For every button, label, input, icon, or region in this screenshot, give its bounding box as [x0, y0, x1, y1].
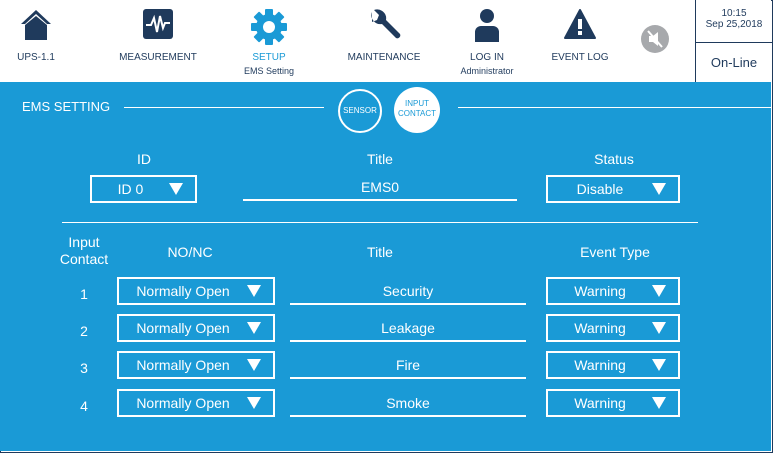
nav-login-label: LOG IN [470, 52, 504, 63]
section-title: EMS SETTING [22, 99, 111, 114]
status-dropdown-value: Disable [576, 181, 624, 197]
nav-event-log[interactable]: EVENT LOG [540, 0, 620, 82]
event-type-dropdown[interactable]: Warning [546, 389, 680, 417]
home-icon [20, 8, 52, 45]
waveform-icon [142, 8, 174, 43]
divider-right [458, 107, 771, 108]
event-type-value: Warning [574, 357, 626, 373]
contact-title-field[interactable]: Leakage [290, 318, 526, 342]
status-indicator: On-Line [695, 43, 772, 82]
clock-time: 10:15 [721, 8, 747, 19]
top-navigation-bar: UPS-1.1 MEASUREMENT SETUP EMS Setting MA… [0, 0, 772, 82]
row-number: 3 [80, 360, 88, 376]
warning-icon [563, 8, 597, 43]
contact-title-field[interactable]: Security [290, 281, 526, 305]
chevron-down-icon [247, 397, 261, 409]
chevron-down-icon [652, 322, 666, 334]
nav-maintenance-label: MAINTENANCE [347, 52, 421, 63]
col-input-contact: Input Contact [59, 234, 109, 267]
chevron-down-icon [247, 285, 261, 297]
row-number: 2 [80, 323, 88, 339]
nav-login[interactable]: LOG IN Administrator [452, 0, 522, 82]
nonc-value: Normally Open [136, 283, 230, 299]
tab-sensor[interactable]: SENSOR [338, 89, 382, 133]
user-icon [474, 8, 500, 47]
nonc-dropdown[interactable]: Normally Open [117, 314, 275, 342]
id-label: ID [137, 151, 151, 167]
nav-ups-label: UPS-1.1 [17, 52, 55, 63]
nav-setup-sublabel: EMS Setting [243, 66, 295, 76]
status-dropdown[interactable]: Disable [546, 175, 680, 203]
gear-icon [250, 8, 288, 49]
status-label: Status [594, 151, 634, 167]
row-number: 4 [80, 398, 88, 414]
col-title: Title [367, 244, 393, 260]
title-field[interactable]: EMS0 [243, 177, 517, 201]
event-type-dropdown[interactable]: Warning [546, 351, 680, 379]
nonc-dropdown[interactable]: Normally Open [117, 389, 275, 417]
clock: 10:15 Sep 25,2018 [695, 0, 772, 43]
id-dropdown[interactable]: ID 0 [90, 175, 197, 203]
event-type-dropdown[interactable]: Warning [546, 314, 680, 342]
chevron-down-icon [652, 397, 666, 409]
nonc-dropdown[interactable]: Normally Open [117, 351, 275, 379]
nav-event-log-label: EVENT LOG [551, 52, 609, 63]
nav-setup-label: SETUP [252, 52, 286, 63]
nonc-value: Normally Open [136, 320, 230, 336]
row-number: 1 [80, 286, 88, 302]
mute-icon[interactable] [640, 24, 670, 59]
contact-title-field[interactable]: Smoke [290, 393, 526, 417]
clock-date: Sep 25,2018 [705, 19, 763, 30]
col-event-type: Event Type [580, 244, 650, 260]
chevron-down-icon [247, 359, 261, 371]
nav-measurement[interactable]: MEASUREMENT [110, 0, 206, 82]
id-dropdown-value: ID 0 [117, 181, 144, 197]
ems-setting-panel: EMS SETTING SENSOR INPUT CONTACT ID Titl… [0, 82, 771, 451]
nonc-value: Normally Open [136, 395, 230, 411]
nav-maintenance[interactable]: MAINTENANCE [336, 0, 432, 82]
chevron-down-icon [652, 359, 666, 371]
event-type-value: Warning [574, 320, 626, 336]
nav-measurement-label: MEASUREMENT [119, 52, 197, 63]
divider-left [124, 107, 324, 108]
wrench-icon [366, 8, 402, 47]
event-type-value: Warning [574, 283, 626, 299]
title-label: Title [367, 151, 393, 167]
chevron-down-icon [652, 183, 666, 195]
nav-setup[interactable]: SETUP EMS Setting [236, 0, 302, 82]
chevron-down-icon [247, 322, 261, 334]
event-type-value: Warning [574, 395, 626, 411]
contact-title-field[interactable]: Fire [290, 355, 526, 379]
nav-ups[interactable]: UPS-1.1 [0, 0, 72, 82]
chevron-down-icon [169, 183, 183, 195]
col-nonc: NO/NC [167, 244, 213, 260]
tab-input-contact[interactable]: INPUT CONTACT [394, 87, 440, 133]
nav-login-sublabel: Administrator [460, 66, 514, 76]
event-type-dropdown[interactable]: Warning [546, 277, 680, 305]
divider-middle [62, 222, 698, 223]
nonc-dropdown[interactable]: Normally Open [117, 277, 275, 305]
nonc-value: Normally Open [136, 357, 230, 373]
chevron-down-icon [652, 285, 666, 297]
